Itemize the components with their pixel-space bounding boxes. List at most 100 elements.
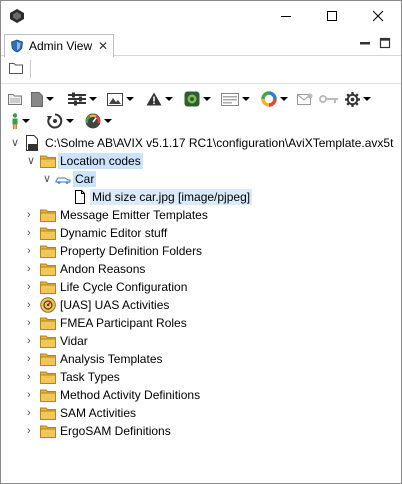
uas-icon [40,297,56,313]
tab-label: Admin View [29,39,93,53]
expand-chevron-icon[interactable]: › [27,263,37,275]
tree-row-life-cycle-configuration[interactable]: › Life Cycle Configuration [1,278,401,296]
action-toolbar [1,88,401,110]
expand-chevron-icon[interactable]: › [27,353,37,365]
expand-chevron-icon[interactable]: › [27,299,37,311]
minimize-button[interactable] [263,1,309,31]
tree-label-ergosam-definitions: ErgoSAM Definitions [60,424,171,438]
tree-row-vidar[interactable]: › Vidar [1,332,401,350]
mail-button[interactable] [297,90,313,108]
device-icon [184,91,200,107]
toolbar-separator [30,60,31,78]
maximize-button[interactable] [309,1,355,31]
folder-icon [40,407,56,420]
tree-row-car-image[interactable]: Mid size car.jpg [image/pjpeg] [1,188,401,206]
person-button[interactable] [11,112,30,130]
settings-sliders-button[interactable] [68,90,97,108]
tree-row-analysis-templates[interactable]: › Analysis Templates [1,350,401,368]
tree-label-dynamic-editor-stuff: Dynamic Editor stuff [60,226,168,240]
collapse-chevron-icon[interactable]: ∨ [43,173,53,185]
folder-icon [40,209,56,222]
tree-label-car-image: Mid size car.jpg [image/pjpeg] [90,189,253,205]
close-button[interactable] [355,1,401,31]
folder-icon [40,263,56,276]
gear-icon [345,91,360,107]
gear-button[interactable] [345,90,371,108]
maximize-icon [327,11,337,21]
expand-chevron-icon[interactable]: › [27,209,37,221]
open-folder-icon[interactable] [9,62,23,74]
tree-row-method-activity-definitions[interactable]: › Method Activity Definitions [1,386,401,404]
collapse-chevron-icon[interactable]: ∨ [27,155,37,167]
folder-icon [40,155,56,168]
expand-chevron-icon[interactable]: › [27,425,37,437]
minimize-icon [281,16,291,17]
main-window: Admin View ✕ ∨ C:\Solme AB\AVIX v5.1.17 … [0,0,402,484]
tree-row-sam-activities[interactable]: › SAM Activities [1,404,401,422]
tree-label-message-emitter-templates: Message Emitter Templates [60,208,208,222]
folder-icon [40,245,56,258]
warning-button[interactable] [146,90,173,108]
key-icon [319,95,338,103]
expand-chevron-icon[interactable]: › [27,371,37,383]
mail-icon [297,93,313,105]
tree-root-row[interactable]: ∨ C:\Solme AB\AVIX v5.1.17 RC1\configura… [1,134,401,152]
tree-row-location-codes[interactable]: ∨ Location codes [1,152,401,170]
dropdown-arrow-icon [89,97,97,101]
image-icon [107,92,123,106]
tree-label-method-activity-definitions: Method Activity Definitions [60,388,201,402]
folder-action-button[interactable] [8,90,22,108]
expand-chevron-icon[interactable]: › [27,281,37,293]
expand-chevron-icon[interactable]: › [27,317,37,329]
device-button[interactable] [184,90,211,108]
form-button[interactable] [221,90,250,108]
tree-label-vidar: Vidar [60,334,88,348]
tree-label-uas-activities: [UAS] UAS Activities [60,298,170,312]
expand-chevron-icon[interactable]: › [27,335,37,347]
tree-row-property-definition-folders[interactable]: › Property Definition Folders [1,242,401,260]
tree-row-car[interactable]: ∨ Car [1,170,401,188]
toolbar-divider [1,83,401,84]
form-icon [221,92,239,106]
color-wheel-button[interactable] [261,90,288,108]
tree-row-fmea-participant-roles[interactable]: › FMEA Participant Roles [1,314,401,332]
tree-row-uas-activities[interactable]: › [UAS] UAS Activities [1,296,401,314]
key-button[interactable] [319,90,339,108]
view-minimize-icon[interactable] [359,37,371,49]
collapse-chevron-icon[interactable]: ∨ [11,137,21,149]
view-tab-strip: Admin View ✕ [1,32,401,57]
expand-chevron-icon[interactable]: › [27,407,37,419]
tree-row-dynamic-editor-stuff[interactable]: › Dynamic Editor stuff [1,224,401,242]
gauge-icon [85,113,101,129]
folder-icon [40,227,56,240]
tree-label-life-cycle-configuration: Life Cycle Configuration [60,280,188,294]
template-file-icon [26,135,38,151]
folder-icon [40,317,56,330]
tree-row-ergosam-definitions[interactable]: › ErgoSAM Definitions [1,422,401,440]
image-button[interactable] [107,90,134,108]
dropdown-arrow-icon [280,97,288,101]
tree-row-message-emitter-templates[interactable]: › Message Emitter Templates [1,206,401,224]
gauge-button[interactable] [85,112,112,130]
expand-chevron-icon[interactable]: › [27,389,37,401]
tree-label-property-definition-folders: Property Definition Folders [60,244,203,258]
tree-label-sam-activities: SAM Activities [60,406,137,420]
expand-chevron-icon[interactable]: › [27,245,37,257]
folder-icon [40,281,56,294]
tab-close-icon[interactable]: ✕ [98,39,108,53]
dropdown-arrow-icon [66,119,74,123]
warning-icon [146,92,162,106]
new-document-button[interactable] [31,90,54,108]
tree-row-andon-reasons[interactable]: › Andon Reasons [1,260,401,278]
secondary-toolbar [1,110,401,132]
tree-root-label: C:\Solme AB\AVIX v5.1.17 RC1\configurati… [45,136,394,150]
tree-row-task-types[interactable]: › Task Types [1,368,401,386]
dropdown-arrow-icon [165,97,173,101]
folder-icon [40,353,56,366]
expand-chevron-icon[interactable]: › [27,227,37,239]
title-bar [1,1,401,31]
view-maximize-icon[interactable] [379,37,391,49]
folder-icon [40,371,56,384]
tab-admin-view[interactable]: Admin View ✕ [4,34,114,57]
recycle-button[interactable] [47,112,74,130]
